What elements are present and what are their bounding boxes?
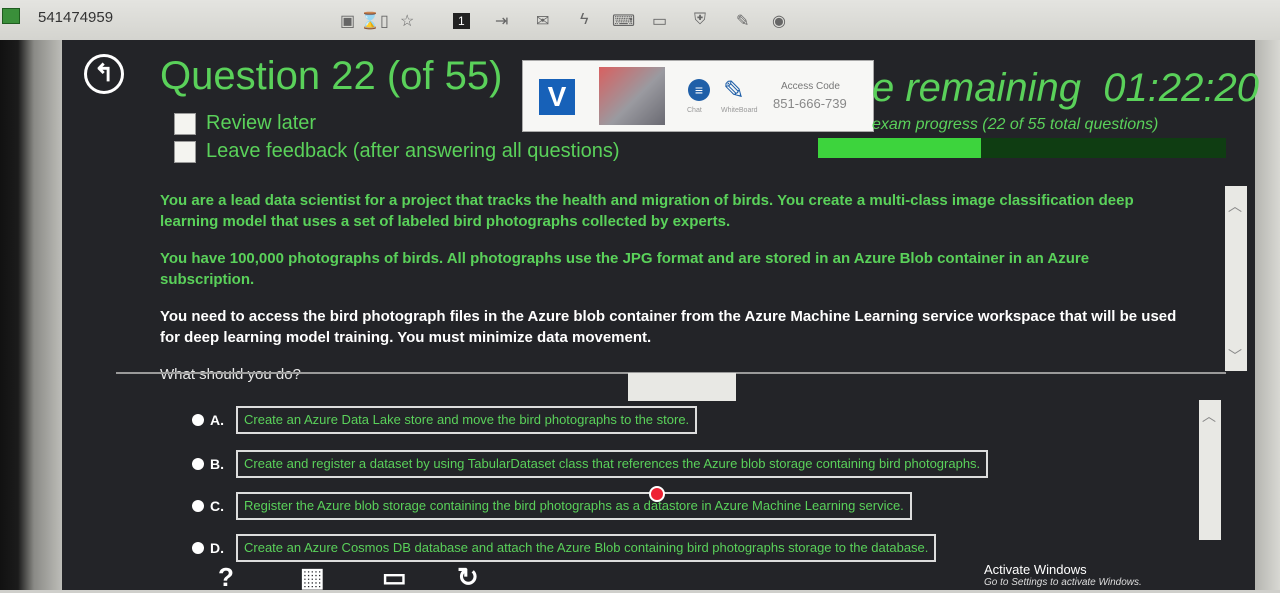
- answer-option[interactable]: D. Create an Azure Cosmos DB database an…: [192, 534, 937, 562]
- refresh-icon[interactable]: ↻: [457, 562, 479, 593]
- leave-feedback-label: Leave feedback (after answering all ques…: [206, 140, 620, 162]
- v-logo-icon: V: [539, 79, 575, 115]
- pane-splitter-handle[interactable]: [628, 373, 736, 401]
- answer-option[interactable]: B. Create and register a dataset by usin…: [192, 450, 989, 478]
- question-scrollbar[interactable]: ︿ ﹀: [1225, 186, 1247, 371]
- answer-radio[interactable]: [192, 500, 204, 512]
- time-remaining: e remaining 01:22:20: [872, 66, 1259, 111]
- time-remaining-value: 01:22:20: [1103, 66, 1259, 110]
- screen-icon[interactable]: ▣: [340, 11, 355, 31]
- access-code-value: 851-666-739: [773, 96, 847, 111]
- webcam-preview: [599, 67, 665, 125]
- leave-feedback-checkbox[interactable]: [174, 140, 196, 163]
- review-later-row[interactable]: Review later: [174, 112, 316, 135]
- document-arrow-icon[interactable]: ⇥: [495, 11, 508, 31]
- session-id: 541474959: [38, 9, 114, 26]
- screen-toggle-icon[interactable]: ▭: [382, 562, 407, 593]
- monitor-bezel-left: [0, 40, 62, 590]
- calculator-icon[interactable]: ▦: [300, 562, 325, 593]
- answer-text[interactable]: Create and register a dataset by using T…: [236, 450, 989, 478]
- answer-option[interactable]: A. Create an Azure Data Lake store and m…: [192, 406, 698, 434]
- question-body: You are a lead data scientist for a proj…: [160, 190, 1180, 401]
- help-icon[interactable]: ?: [218, 562, 234, 593]
- exam-window: ↰ Question 22 (of 55) Review later Leave…: [62, 40, 1259, 593]
- answer-letter: B.: [210, 456, 224, 472]
- page-badge[interactable]: 1: [453, 13, 470, 29]
- question-para-2: You have 100,000 photographs of birds. A…: [160, 250, 1090, 288]
- display-icon[interactable]: ▭: [652, 11, 667, 31]
- shield-icon[interactable]: ⛨: [694, 11, 706, 29]
- answer-radio[interactable]: [192, 542, 204, 554]
- pen-icon[interactable]: ✎: [736, 11, 749, 31]
- chat-label: Chat: [687, 107, 702, 114]
- star-icon[interactable]: ☆: [400, 11, 414, 31]
- review-later-label: Review later: [206, 112, 317, 134]
- activate-windows-subtitle: Go to Settings to activate Windows.: [984, 577, 1142, 588]
- answer-radio[interactable]: [192, 458, 204, 470]
- time-remaining-label: e remaining: [872, 66, 1082, 110]
- review-later-checkbox[interactable]: [174, 112, 196, 135]
- answer-text[interactable]: Register the Azure blob storage containi…: [236, 492, 912, 520]
- monitor-bezel-right: [1255, 40, 1280, 590]
- keyboard-icon[interactable]: ⌨: [612, 11, 635, 31]
- question-para-3: You need to access the bird photograph f…: [160, 308, 1177, 346]
- lightning-icon[interactable]: ϟ: [580, 11, 588, 29]
- record-icon[interactable]: ◉: [772, 11, 786, 31]
- message-icon[interactable]: ✉: [536, 11, 549, 31]
- question-title: Question 22 (of 55): [160, 54, 503, 98]
- activate-windows-watermark: Activate Windows Go to Settings to activ…: [984, 562, 1142, 588]
- answer-letter: D.: [210, 540, 224, 556]
- answer-radio[interactable]: [192, 414, 204, 426]
- answer-text[interactable]: Create an Azure Data Lake store and move…: [236, 406, 698, 434]
- monitor-icon[interactable]: [2, 8, 20, 24]
- whiteboard-icon[interactable]: ✎: [723, 75, 745, 106]
- mouse-cursor-icon: [649, 486, 665, 502]
- answers-scrollbar[interactable]: ︿: [1199, 400, 1221, 540]
- hourglass-icon[interactable]: ⌛: [360, 11, 380, 31]
- leave-feedback-row[interactable]: Leave feedback (after answering all ques…: [174, 140, 620, 163]
- exam-progress-label: exam progress (22 of 55 total questions): [872, 116, 1159, 133]
- exam-progress-fill: [818, 138, 982, 158]
- answer-letter: C.: [210, 498, 224, 514]
- scroll-down-icon[interactable]: ﹀: [1228, 346, 1242, 366]
- lock-icon[interactable]: ▯: [380, 11, 389, 31]
- access-code-label: Access Code: [781, 81, 840, 92]
- remote-session-toolbar: 541474959 ▣ ⌛ ▯ ☆ 1 ⇥ ✉ ϟ ⌨ ▭ ⛨ ✎ ◉: [0, 0, 1280, 41]
- answer-text[interactable]: Create an Azure Cosmos DB database and a…: [236, 534, 937, 562]
- whiteboard-label: WhiteBoard: [721, 107, 758, 114]
- activate-windows-title: Activate Windows: [984, 562, 1087, 577]
- scroll-up-icon[interactable]: ︿: [1228, 196, 1242, 216]
- back-button[interactable]: ↰: [84, 54, 124, 94]
- question-para-1: You are a lead data scientist for a proj…: [160, 192, 1134, 230]
- scroll-up-icon[interactable]: ︿: [1202, 406, 1216, 426]
- answer-letter: A.: [210, 412, 224, 428]
- remote-support-overlay: V ≡ Chat ✎ WhiteBoard Access Code 851-66…: [522, 60, 874, 132]
- answer-option[interactable]: C. Register the Azure blob storage conta…: [192, 492, 912, 520]
- exam-progress-bar: [818, 138, 1226, 158]
- chat-icon[interactable]: ≡: [688, 79, 710, 101]
